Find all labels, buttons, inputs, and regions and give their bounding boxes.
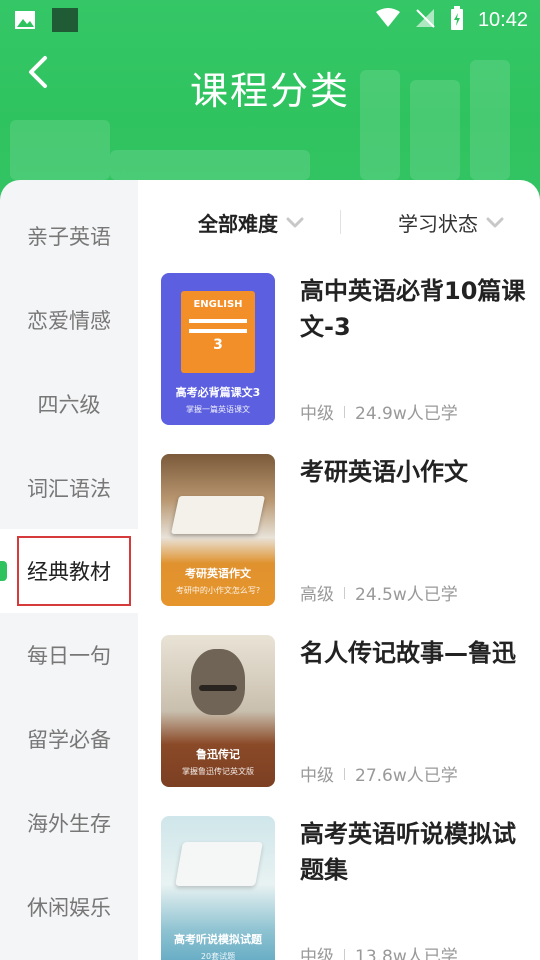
status-bar: 10:42	[0, 0, 540, 36]
decoration	[110, 150, 310, 180]
meta-divider	[344, 948, 345, 960]
course-item[interactable]: 高考听说模拟试题 20套试题 高考英语听说模拟试题集 中级 13.8w人已学	[138, 816, 540, 960]
course-level: 中级	[300, 404, 334, 424]
book-line	[189, 329, 247, 333]
highlight-box	[17, 536, 131, 606]
image-icon	[14, 10, 36, 34]
app-notification-icon	[52, 8, 78, 36]
category-sidebar: 亲子英语 恋爱情感 四六级 词汇语法 经典教材 每日一句 留学必备 海外生存 休…	[0, 180, 138, 960]
course-meta: 中级 24.9w人已学	[300, 399, 458, 424]
header-banner: 10:42 课程分类	[0, 0, 540, 200]
book-illustration: ENGLISH 3	[181, 291, 255, 373]
cover-title: 高考必背篇课文3	[175, 386, 261, 399]
sidebar-item-label: 每日一句	[27, 644, 111, 668]
desk-illustration	[175, 842, 263, 886]
sidebar-item-label: 词汇语法	[27, 477, 111, 501]
course-title: 高中英语必背10篇课文-3	[300, 277, 526, 341]
course-learners: 13.8w人已学	[355, 947, 458, 960]
cover-title: 高考听说模拟试题	[174, 933, 262, 946]
chevron-down-icon	[486, 217, 504, 227]
sidebar-item-vocabulary-grammar[interactable]: 词汇语法	[0, 446, 138, 530]
page-title: 课程分类	[189, 69, 350, 113]
difficulty-filter[interactable]: 全部难度	[198, 208, 304, 237]
sidebar-item-daily-sentence[interactable]: 每日一句	[0, 613, 138, 697]
portrait-detail	[199, 685, 237, 691]
sidebar-item-classic-textbooks[interactable]: 经典教材	[0, 529, 138, 613]
cover-caption: 高考必背篇课文3 掌握一篇英语课文	[161, 384, 275, 415]
cover-subtitle: 掌握鲁迅传记英文版	[182, 767, 254, 776]
sidebar-item-overseas-survival[interactable]: 海外生存	[0, 781, 138, 865]
course-item[interactable]: 考研英语作文 考研中的小作文怎么写? 考研英语小作文 高级 24.5w人已学	[138, 454, 540, 606]
course-title: 考研英语小作文	[300, 458, 468, 486]
notebook-illustration	[170, 496, 266, 534]
decoration	[10, 120, 110, 180]
sidebar-item-parent-child-english[interactable]: 亲子英语	[0, 194, 138, 278]
sidebar-item-label: 海外生存	[27, 812, 111, 836]
meta-divider	[344, 405, 345, 418]
book-line	[189, 319, 247, 323]
difficulty-filter-label: 全部难度	[198, 212, 278, 236]
clock: 10:42	[477, 8, 528, 31]
sidebar-item-label: 恋爱情感	[27, 309, 111, 333]
course-item[interactable]: 鲁迅传记 掌握鲁迅传记英文版 名人传记故事—鲁迅 中级 27.6w人已学	[138, 635, 540, 787]
course-title: 名人传记故事—鲁迅	[300, 639, 516, 667]
course-learners: 24.5w人已学	[355, 585, 458, 605]
cover-title: 考研英语作文	[185, 567, 251, 580]
sidebar-item-label: 留学必备	[27, 728, 111, 752]
course-level: 中级	[300, 947, 334, 960]
course-item[interactable]: ENGLISH 3 高考必背篇课文3 掌握一篇英语课文 高中英语必背10篇课文-…	[138, 273, 540, 425]
sidebar-item-cet[interactable]: 四六级	[0, 362, 138, 446]
course-meta: 中级 27.6w人已学	[300, 761, 458, 786]
course-level: 高级	[300, 585, 334, 605]
portrait-illustration	[191, 649, 245, 715]
course-level: 中级	[300, 766, 334, 786]
sidebar-item-study-abroad[interactable]: 留学必备	[0, 697, 138, 781]
course-cover: 鲁迅传记 掌握鲁迅传记英文版	[161, 635, 275, 787]
course-title: 高考英语听说模拟试题集	[300, 820, 516, 884]
cover-caption: 高考听说模拟试题 20套试题	[161, 931, 275, 960]
wifi-icon	[375, 8, 400, 32]
book-number: 3	[213, 337, 223, 353]
sidebar-item-leisure[interactable]: 休闲娱乐	[0, 865, 138, 949]
sidebar-item-label: 亲子英语	[27, 225, 111, 249]
cover-subtitle: 考研中的小作文怎么写?	[175, 586, 261, 595]
course-list-panel: 全部难度 学习状态 ENGLISH 3 高考必背篇课文3 掌握一篇英语课文 高中…	[138, 180, 540, 960]
meta-divider	[344, 586, 345, 599]
cover-title: 鲁迅传记	[196, 748, 240, 761]
no-signal-icon	[414, 7, 436, 33]
status-filter[interactable]: 学习状态	[398, 208, 504, 237]
course-cover: 高考听说模拟试题 20套试题	[161, 816, 275, 960]
sidebar-item-label: 休闲娱乐	[27, 896, 111, 920]
cover-subtitle: 20套试题	[200, 952, 236, 960]
book-label: ENGLISH	[193, 299, 243, 310]
course-learners: 27.6w人已学	[355, 766, 458, 786]
course-learners: 24.9w人已学	[355, 404, 458, 424]
active-indicator	[0, 561, 7, 581]
battery-icon	[450, 6, 464, 34]
chevron-down-icon	[286, 217, 304, 227]
cover-caption: 考研英语作文 考研中的小作文怎么写?	[161, 565, 275, 596]
course-meta: 高级 24.5w人已学	[300, 580, 458, 605]
sidebar-item-label: 四六级	[37, 393, 101, 417]
course-meta: 中级 13.8w人已学	[300, 942, 458, 960]
meta-divider	[344, 767, 345, 780]
cover-subtitle: 掌握一篇英语课文	[186, 405, 250, 414]
filter-bar: 全部难度 学习状态	[138, 180, 540, 266]
filter-divider	[340, 210, 341, 234]
course-cover: 考研英语作文 考研中的小作文怎么写?	[161, 454, 275, 606]
cover-caption: 鲁迅传记 掌握鲁迅传记英文版	[161, 746, 275, 777]
course-cover: ENGLISH 3 高考必背篇课文3 掌握一篇英语课文	[161, 273, 275, 425]
status-filter-label: 学习状态	[398, 212, 478, 236]
sidebar-item-romance[interactable]: 恋爱情感	[0, 278, 138, 362]
